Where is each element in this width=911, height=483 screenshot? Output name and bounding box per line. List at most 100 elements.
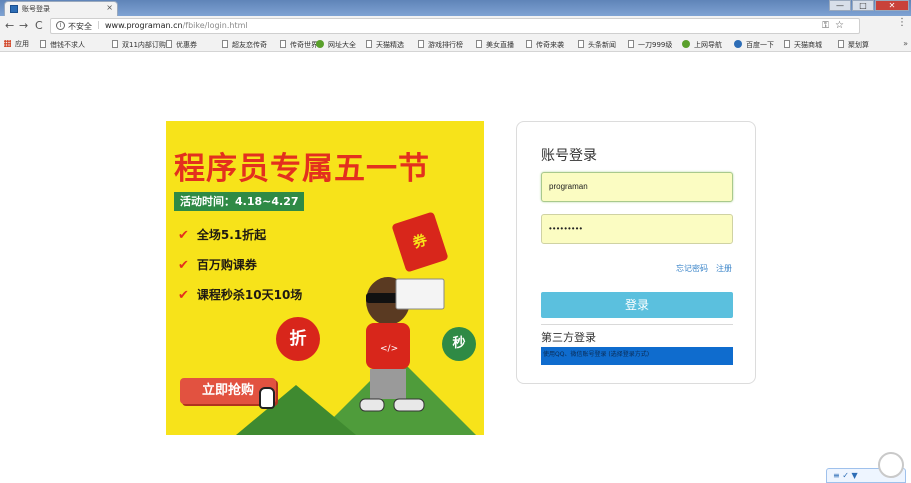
page-icon xyxy=(222,40,228,48)
bookmark-item[interactable]: 天猫商城 xyxy=(784,40,822,50)
coupon-badge: 券 xyxy=(391,211,449,273)
page-icon xyxy=(166,40,172,48)
account-links: 忘记密码 注册 xyxy=(676,263,732,274)
url-path: /fbike/login.html xyxy=(182,21,248,30)
divider xyxy=(541,324,733,325)
bookmark-label: 传奇来袭 xyxy=(536,41,564,49)
username-input[interactable]: programan xyxy=(541,172,733,202)
url-input[interactable]: i 不安全 | www.programan.cn/fbike/login.htm… xyxy=(50,18,860,34)
reload-icon[interactable]: C xyxy=(35,19,43,33)
banner-title: 程序员专属五一节 xyxy=(174,151,430,187)
banner-bullet: ✔ 全场5.1折起 xyxy=(178,226,266,243)
bookmark-item[interactable]: 一刀999级 xyxy=(628,40,672,50)
bookmark-item[interactable]: 上网导航 xyxy=(682,40,722,50)
url-separator: | xyxy=(97,20,100,29)
page-icon xyxy=(838,40,844,48)
favicon-icon xyxy=(10,5,18,13)
banner-bullet: ✔ 课程秒杀10天10场 xyxy=(178,286,302,303)
bookmark-label: 头条新闻 xyxy=(588,41,616,49)
page-icon xyxy=(578,40,584,48)
page-icon xyxy=(476,40,482,48)
bookmark-label: 双11内部订购 xyxy=(122,41,166,49)
page-icon xyxy=(784,40,790,48)
bookmark-item[interactable]: 百度一下 xyxy=(734,40,774,50)
green-icon xyxy=(682,40,690,48)
bookmark-label: 优惠券 xyxy=(176,41,197,49)
page-icon xyxy=(526,40,532,48)
address-bar: ← → C i 不安全 | www.programan.cn/fbike/log… xyxy=(0,16,911,36)
bookmark-item[interactable]: 应用 xyxy=(4,40,29,49)
apps-icon xyxy=(4,40,11,47)
bookmark-label: 传奇世界 xyxy=(290,41,318,49)
key-icon[interactable]: ⚿ xyxy=(822,21,829,31)
register-link[interactable]: 注册 xyxy=(716,264,732,273)
close-window-button[interactable]: ✕ xyxy=(875,0,909,11)
blue-icon xyxy=(734,40,742,48)
url-text[interactable]: www.programan.cn/fbike/login.html xyxy=(105,21,248,30)
third-party-login-button[interactable]: 使用QQ、微信账号登录 (选择登录方式) xyxy=(541,347,733,365)
third-party-login-label: 第三方登录 xyxy=(541,331,596,344)
page-icon xyxy=(366,40,372,48)
bookmark-label: 游戏排行榜 xyxy=(428,41,463,49)
bookmark-item[interactable]: 传奇来袭 xyxy=(526,40,564,50)
bookmark-label: 聚划算 xyxy=(848,41,869,49)
login-title: 账号登录 xyxy=(541,148,597,164)
bookmark-label: 借钱不求人 xyxy=(50,41,85,49)
bookmarks-bar: » 应用 借钱不求人 双11内部订购 优惠券 超友恋传奇 传奇世界 网址大全 天猫精选 游戏排行… xyxy=(0,36,911,52)
maximize-button[interactable]: □ xyxy=(852,0,874,11)
pointer-hand-icon xyxy=(259,387,275,409)
bookmark-item[interactable]: 游戏排行榜 xyxy=(418,40,463,50)
bookmark-item[interactable]: 美女直播 xyxy=(476,40,514,50)
browser-titlebar: 账号登录 × — □ ✕ xyxy=(0,0,911,16)
promo-banner[interactable]: 程序员专属五一节 活动时间：4.18~4.27 ✔ 全场5.1折起 ✔ 百万购课券 … xyxy=(166,121,484,435)
bookmark-item[interactable]: 超友恋传奇 xyxy=(222,40,267,50)
bookmark-label: 美女直播 xyxy=(486,41,514,49)
login-button[interactable]: 登录 xyxy=(541,292,733,318)
bookmark-item[interactable]: 网址大全 xyxy=(316,40,356,50)
back-arrow-icon[interactable]: ← xyxy=(5,19,14,33)
security-label[interactable]: 不安全 xyxy=(68,21,92,32)
tab-login[interactable]: 账号登录 × xyxy=(4,1,118,16)
check-icon: ✔ xyxy=(178,228,189,243)
tab-title: 账号登录 xyxy=(22,5,50,13)
bookmark-item[interactable]: 传奇世界 xyxy=(280,40,318,50)
bookmark-item[interactable]: 双11内部订购 xyxy=(112,40,166,50)
bookmark-label: 上网导航 xyxy=(694,41,722,49)
bookmark-label: 一刀999级 xyxy=(638,41,673,49)
bullet-text: 百万购课券 xyxy=(196,258,257,272)
login-panel: 账号登录 programan ••••••••• 忘记密码 注册 登录 第三方登录… xyxy=(516,121,756,384)
bookmark-label: 天猫商城 xyxy=(794,41,822,49)
bookmark-label: 应用 xyxy=(15,40,29,48)
page-icon xyxy=(40,40,46,48)
bookmarks-more-icon[interactable]: » xyxy=(903,39,908,48)
tab-close-icon[interactable]: × xyxy=(106,3,113,12)
bookmark-label: 网址大全 xyxy=(328,41,356,49)
window-controls: — □ ✕ xyxy=(829,0,909,11)
page-icon xyxy=(280,40,286,48)
forward-arrow-icon[interactable]: → xyxy=(19,19,28,33)
bullet-text: 全场5.1折起 xyxy=(196,228,267,242)
bookmark-label: 天猫精选 xyxy=(376,41,404,49)
green-icon xyxy=(316,40,324,48)
minimize-button[interactable]: — xyxy=(829,0,851,11)
svg-text:</>: </> xyxy=(380,344,398,354)
bullet-text: 课程秒杀10天10场 xyxy=(196,288,303,302)
banner-date: 活动时间：4.18~4.27 xyxy=(174,192,304,211)
bookmark-item[interactable]: 优惠券 xyxy=(166,40,197,50)
programmer-mascot-illustration: </> xyxy=(359,277,445,412)
bookmark-item[interactable]: 天猫精选 xyxy=(366,40,404,50)
check-icon: ✔ xyxy=(178,288,189,303)
url-host: www.programan.cn xyxy=(105,21,183,30)
bookmark-label: 百度一下 xyxy=(746,41,774,49)
bookmark-star-icon[interactable]: ☆ xyxy=(835,20,844,31)
bookmark-item[interactable]: 头条新闻 xyxy=(578,40,616,50)
floating-ball-icon[interactable] xyxy=(878,452,904,478)
bookmark-item[interactable]: 聚划算 xyxy=(838,40,869,50)
forgot-password-link[interactable]: 忘记密码 xyxy=(676,264,708,273)
password-input[interactable]: ••••••••• xyxy=(541,214,733,244)
browser-menu-icon[interactable]: ⋮ xyxy=(897,17,907,28)
page-icon xyxy=(418,40,424,48)
info-icon[interactable]: i xyxy=(56,21,65,30)
discount-badge: 折 xyxy=(276,317,320,361)
bookmark-item[interactable]: 借钱不求人 xyxy=(40,40,85,50)
